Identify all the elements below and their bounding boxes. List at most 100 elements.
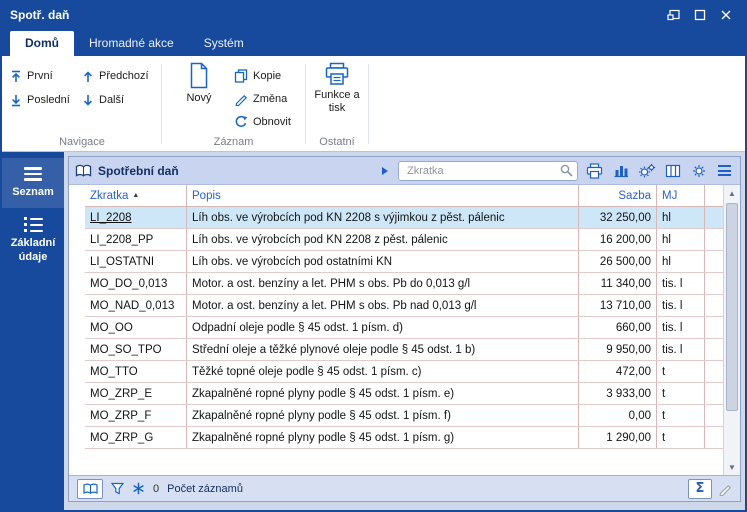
table-row[interactable]: MO_DO_0,013Motor. a ost. benzíny a let. …	[85, 273, 723, 295]
column-header-zkratka[interactable]: Zkratka ▲	[85, 185, 187, 206]
refresh-button[interactable]: Obnovit	[234, 112, 291, 132]
table-row[interactable]: MO_SO_TPOStřední oleje a těžké plynové o…	[85, 339, 723, 361]
cell-sazba: 660,00	[579, 317, 657, 338]
sidebar-item-zakladni-udaje[interactable]: Základní údaje	[2, 208, 64, 274]
copy-button[interactable]: Kopie	[234, 66, 281, 86]
prev-icon	[82, 70, 94, 83]
table-row[interactable]: MO_ZRP_EZkapalněné ropné plyny podle § 4…	[85, 383, 723, 405]
printer-icon	[324, 62, 350, 86]
first-button[interactable]: První	[10, 66, 53, 86]
statusbar-right: Σ	[688, 479, 732, 499]
cell-zkratka: LI_2208	[85, 207, 187, 228]
gear-icon[interactable]	[689, 162, 708, 180]
vertical-scrollbar[interactable]: ▲ ▼	[723, 185, 740, 475]
cell-popis: Líh obs. ve výrobcích pod KN 2208 z pěst…	[187, 229, 579, 250]
asterisk-icon	[132, 482, 145, 495]
filter-icon	[111, 482, 124, 495]
close-button[interactable]	[715, 6, 737, 24]
table-row[interactable]: MO_TTOTěžké topné oleje podle § 45 odst.…	[85, 361, 723, 383]
cell-filler	[705, 361, 723, 382]
refresh-label: Obnovit	[253, 116, 291, 128]
print-icon[interactable]	[585, 162, 604, 180]
window-title: Spotř. daň	[2, 8, 69, 22]
table-row[interactable]: MO_ZRP_GZkapalněné ropné plyny podle § 4…	[85, 427, 723, 449]
menu-icon[interactable]	[715, 162, 734, 180]
cell-zkratka: MO_SO_TPO	[85, 339, 187, 360]
search-input[interactable]	[405, 164, 560, 178]
table-row[interactable]: MO_NAD_0,013Motor. a ost. benzíny a let.…	[85, 295, 723, 317]
cell-sazba: 32 250,00	[579, 207, 657, 228]
tab-system[interactable]: Systém	[189, 31, 259, 56]
table-row[interactable]: LI_2208_PPLíh obs. ve výrobcích pod KN 2…	[85, 229, 723, 251]
gears-icon[interactable]	[637, 162, 656, 180]
cell-sazba: 3 933,00	[579, 383, 657, 404]
columns-icon[interactable]	[663, 162, 682, 180]
cell-sazba: 472,00	[579, 361, 657, 382]
cell-zkratka: LI_OSTATNI	[85, 251, 187, 272]
tab-hromadne-akce[interactable]: Hromadné akce	[74, 31, 189, 56]
scroll-thumb[interactable]	[726, 203, 738, 411]
agenda-menu-button[interactable]	[379, 166, 391, 176]
functions-print-button[interactable]: Funkce a tisk	[309, 62, 365, 115]
cell-filler	[705, 405, 723, 426]
tab-domu[interactable]: Domů	[10, 31, 74, 56]
ribbon-group-label: Ostatní	[306, 136, 368, 148]
filter-button[interactable]	[111, 482, 124, 495]
cell-zkratka: MO_ZRP_G	[85, 427, 187, 448]
ribbon-group-label: Záznam	[162, 136, 305, 148]
new-button[interactable]: Nový	[176, 62, 222, 105]
table-body: LI_2208Líh obs. ve výrobcích pod KN 2208…	[85, 207, 723, 449]
cell-mj: hl	[657, 251, 705, 272]
ribbon-group-divider	[368, 64, 369, 144]
cell-popis: Zkapalněné ropné plyny podle § 45 odst. …	[187, 405, 579, 426]
auto-count-button[interactable]	[132, 482, 145, 495]
column-header-mj[interactable]: MJ	[657, 185, 705, 206]
prev-button[interactable]: Předchozí	[82, 66, 149, 86]
cell-mj: hl	[657, 229, 705, 250]
book-icon	[75, 164, 92, 178]
cell-mj: hl	[657, 207, 705, 228]
column-header-label: MJ	[662, 190, 677, 202]
chart-icon[interactable]	[611, 162, 630, 180]
cell-sazba: 11 340,00	[579, 273, 657, 294]
dock-icon	[667, 8, 681, 22]
cell-filler	[705, 339, 723, 360]
cell-zkratka: LI_2208_PP	[85, 229, 187, 250]
maximize-button[interactable]	[689, 6, 711, 24]
table-row[interactable]: MO_ZRP_FZkapalněné ropné plyny podle § 4…	[85, 405, 723, 427]
search-box	[398, 161, 578, 181]
table-area: Zkratka ▲ Popis Sazba MJ LI_2208Líh obs.…	[69, 185, 740, 475]
edit-button[interactable]: Změna	[234, 89, 287, 109]
dock-button[interactable]	[663, 6, 685, 24]
column-header-label: Sazba	[618, 190, 651, 202]
column-header-popis[interactable]: Popis	[187, 185, 579, 206]
sidebar-item-seznam[interactable]: Seznam	[2, 158, 64, 208]
cell-popis: Motor. a ost. benzíny a let. PHM s obs. …	[187, 295, 579, 316]
pencil-icon	[234, 92, 248, 106]
detail-list-icon	[24, 217, 43, 232]
last-button[interactable]: Poslední	[10, 90, 70, 110]
copy-icon	[234, 69, 248, 83]
sidebar: Seznam Základní údaje	[2, 152, 64, 510]
scroll-up-button[interactable]: ▲	[724, 185, 740, 201]
record-count-label: Počet záznamů	[167, 483, 243, 495]
window-controls	[663, 6, 745, 24]
scroll-down-button[interactable]: ▼	[724, 459, 740, 475]
ribbon: První Poslední Předchozí Další Navigace …	[2, 56, 745, 152]
column-header-sazba[interactable]: Sazba	[579, 185, 657, 206]
table-row[interactable]: LI_2208Líh obs. ve výrobcích pod KN 2208…	[85, 207, 723, 229]
column-header-filler	[705, 185, 723, 206]
record-count-value: 0	[153, 483, 159, 495]
table-row[interactable]: MO_OOOdpadní oleje podle § 45 odst. 1 pí…	[85, 317, 723, 339]
sidebar-item-label: Základní údaje	[4, 237, 62, 265]
next-button[interactable]: Další	[82, 90, 124, 110]
first-icon	[10, 70, 22, 83]
cell-filler	[705, 251, 723, 272]
sum-button[interactable]: Σ	[688, 479, 712, 499]
cell-zkratka: MO_NAD_0,013	[85, 295, 187, 316]
main-panel: Spotřební daň Zkratka	[68, 156, 741, 502]
table-row[interactable]: LI_OSTATNILíh obs. ve výrobcích pod osta…	[85, 251, 723, 273]
first-label: První	[27, 70, 53, 82]
edit-record-icon[interactable]	[718, 482, 732, 496]
book-toggle-button[interactable]	[77, 479, 103, 499]
